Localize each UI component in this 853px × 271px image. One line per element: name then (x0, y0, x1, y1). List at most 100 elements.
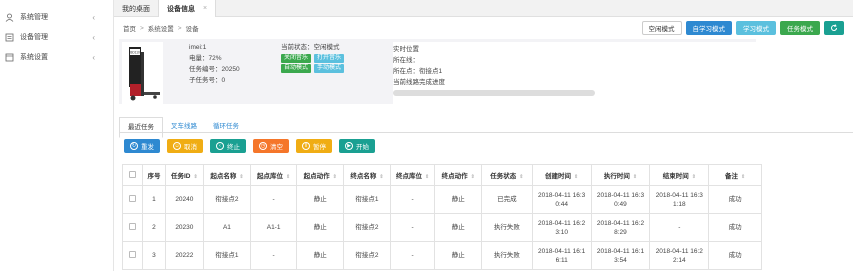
music-on-button[interactable]: 打开音乐 (314, 54, 345, 63)
resend-icon: ↻ (130, 142, 138, 150)
cell-value: 衔接点2 (215, 196, 239, 203)
cell-value: 静止 (313, 224, 327, 231)
tab-recent-tasks[interactable]: 最近任务 (119, 117, 163, 138)
breadcrumb-home[interactable]: 首页 (123, 23, 136, 33)
breadcrumb-level1[interactable]: 系统设置 (148, 23, 174, 33)
pause-button[interactable]: ‖ 暂停 (296, 139, 332, 153)
line-progress-bar (393, 90, 595, 96)
play-icon: ▶ (345, 142, 353, 150)
table-cell: - (389, 185, 436, 214)
cell-value: - (411, 252, 414, 259)
table-cell: 衔接点2 (343, 213, 391, 242)
table-cell: 衔接点2 (343, 241, 391, 270)
imei: imei:1 (189, 44, 207, 51)
device-icon (5, 33, 14, 42)
clear-icon: ◷ (259, 142, 267, 150)
column-header[interactable]: 起点动作 ⇕ (296, 164, 345, 186)
cell-value: 成功 (728, 196, 742, 203)
learn-mode-button[interactable]: 学习模式 (736, 21, 776, 35)
column-header[interactable]: 任务状态 ⇕ (481, 164, 533, 186)
table-cell: A1-1 (249, 213, 298, 242)
row-checkbox[interactable] (129, 222, 137, 230)
cell-value: 2 (152, 224, 156, 231)
table-row[interactable]: 2 20230 A1 A1-1 静止 衔接点2 - 静止 执行失败 2018-04-11 16:2… (121, 213, 762, 242)
task-mode-button[interactable]: 任务模式 (780, 21, 820, 35)
cell-value: 静止 (313, 252, 327, 259)
table-cell: 2018-04-11 16:3 1:18 (649, 185, 710, 214)
column-header[interactable]: 备注 ⇕ (708, 164, 762, 186)
terminate-label: 终止 (227, 144, 240, 151)
settings-icon (5, 53, 14, 62)
sort-icon: ⇕ (332, 174, 337, 180)
cell-value: 2018-04-11 16:2 8:29 (596, 219, 645, 236)
cell-value: 已完成 (497, 196, 517, 203)
tab-my-desktop[interactable]: 我的桌面 (114, 0, 158, 17)
column-header[interactable]: 终点动作 ⇕ (434, 164, 483, 186)
music-off-button[interactable]: 关闭音乐 (281, 54, 312, 63)
table-cell: 静止 (296, 213, 345, 242)
table-cell: 20240 (164, 185, 205, 214)
column-header[interactable]: 序号 (142, 164, 166, 186)
column-header[interactable]: 终点库位 ⇕ (389, 164, 436, 186)
cell-value: 2018-04-11 16:1 6:11 (538, 247, 586, 264)
table-cell: 衔接点1 (203, 241, 251, 270)
row-checkbox[interactable] (129, 250, 137, 258)
row-checkbox-cell (121, 213, 144, 242)
column-header[interactable]: 起点库位 ⇕ (249, 164, 298, 186)
sidebar-item-device-management[interactable]: 设备管理 ‹ (0, 27, 113, 47)
sidebar-item-system-management[interactable]: 系统管理 ‹ (0, 7, 113, 27)
resend-button[interactable]: ↻ 重发 (124, 139, 160, 153)
column-header[interactable]: 起点名称 ⇕ (203, 164, 251, 186)
table-row[interactable]: 3 20222 衔接点1 - 静止 衔接点2 - 静止 执行失败 2018-04-11 16:1 … (121, 241, 762, 270)
cell-value: 1 (152, 196, 156, 203)
table-cell: 成功 (708, 185, 762, 214)
auto-mode-button[interactable]: 自动模式 (281, 64, 312, 73)
self-learn-mode-button[interactable]: 自学习模式 (685, 21, 732, 35)
refresh-icon (831, 24, 837, 31)
cell-value: 执行失败 (493, 224, 520, 231)
sidebar: 系统管理 ‹ 设备管理 ‹ 系统设置 ‹ (0, 0, 114, 271)
column-header[interactable]: 任务ID ⇕ (164, 164, 205, 186)
table-cell: - (249, 185, 298, 214)
cancel-icon: ☺ (173, 142, 181, 150)
table-cell: 静止 (434, 241, 483, 270)
sort-icon: ⇕ (691, 174, 696, 180)
start-button[interactable]: ▶ 开始 (339, 139, 375, 153)
cancel-button[interactable]: ☺ 取消 (167, 139, 203, 153)
tab-loop-tasks[interactable]: 循环任务 (205, 117, 247, 138)
sidebar-item-system-settings[interactable]: 系统设置 ‹ (0, 47, 113, 67)
sidebar-item-label: 系统管理 (20, 14, 48, 21)
column-header-label: 起点名称 (210, 173, 237, 180)
table-cell: - (389, 241, 436, 270)
clear-button[interactable]: ◷ 清空 (253, 139, 289, 153)
idle-mode-button[interactable]: 空闲模式 (641, 21, 682, 35)
sidebar-item-label: 系统设置 (20, 54, 48, 61)
sidebar-item-label: 设备管理 (20, 34, 48, 41)
table-cell: 20222 (164, 241, 205, 270)
table-cell: - (649, 213, 710, 242)
table-row[interactable]: 1 20240 衔接点2 - 静止 衔接点1 - 静止 已完成 2018-04-11 16:3 0… (121, 185, 762, 214)
cell-value: 2018-04-11 16:3 0:49 (596, 191, 645, 208)
close-icon[interactable]: × (203, 5, 207, 12)
column-header[interactable]: 结束时间 ⇕ (649, 164, 710, 186)
column-header[interactable]: 终点名称 ⇕ (343, 164, 391, 186)
terminate-button[interactable]: ‹ 终止 (210, 139, 246, 153)
manual-mode-button[interactable]: 手动模式 (314, 64, 345, 73)
row-checkbox-cell (121, 241, 144, 270)
row-checkbox[interactable] (129, 194, 137, 202)
table-cell: 成功 (708, 241, 762, 270)
select-all-checkbox[interactable] (129, 170, 137, 178)
robot-model-label: BD110 (130, 51, 140, 55)
tab-device-info[interactable]: 设备信息 × (158, 0, 217, 17)
cell-value: 2018-04-11 16:2 3:10 (538, 219, 586, 236)
cell-value: A1-1 (266, 224, 281, 231)
tab-forklift-routes[interactable]: 叉车线路 (163, 117, 205, 138)
column-header[interactable]: 创建时间 ⇕ (531, 164, 592, 186)
column-header-label: 执行时间 (603, 173, 630, 180)
cell-value: - (272, 196, 275, 203)
column-header[interactable]: 执行时间 ⇕ (590, 164, 651, 186)
refresh-button[interactable] (824, 21, 844, 35)
device-info-panel: BD110 imei:1 电量：72% 任务编号：20250 子任务号：0 当前… (119, 39, 756, 104)
sort-icon: ⇕ (470, 174, 475, 180)
breadcrumb-separator: > (140, 24, 144, 32)
